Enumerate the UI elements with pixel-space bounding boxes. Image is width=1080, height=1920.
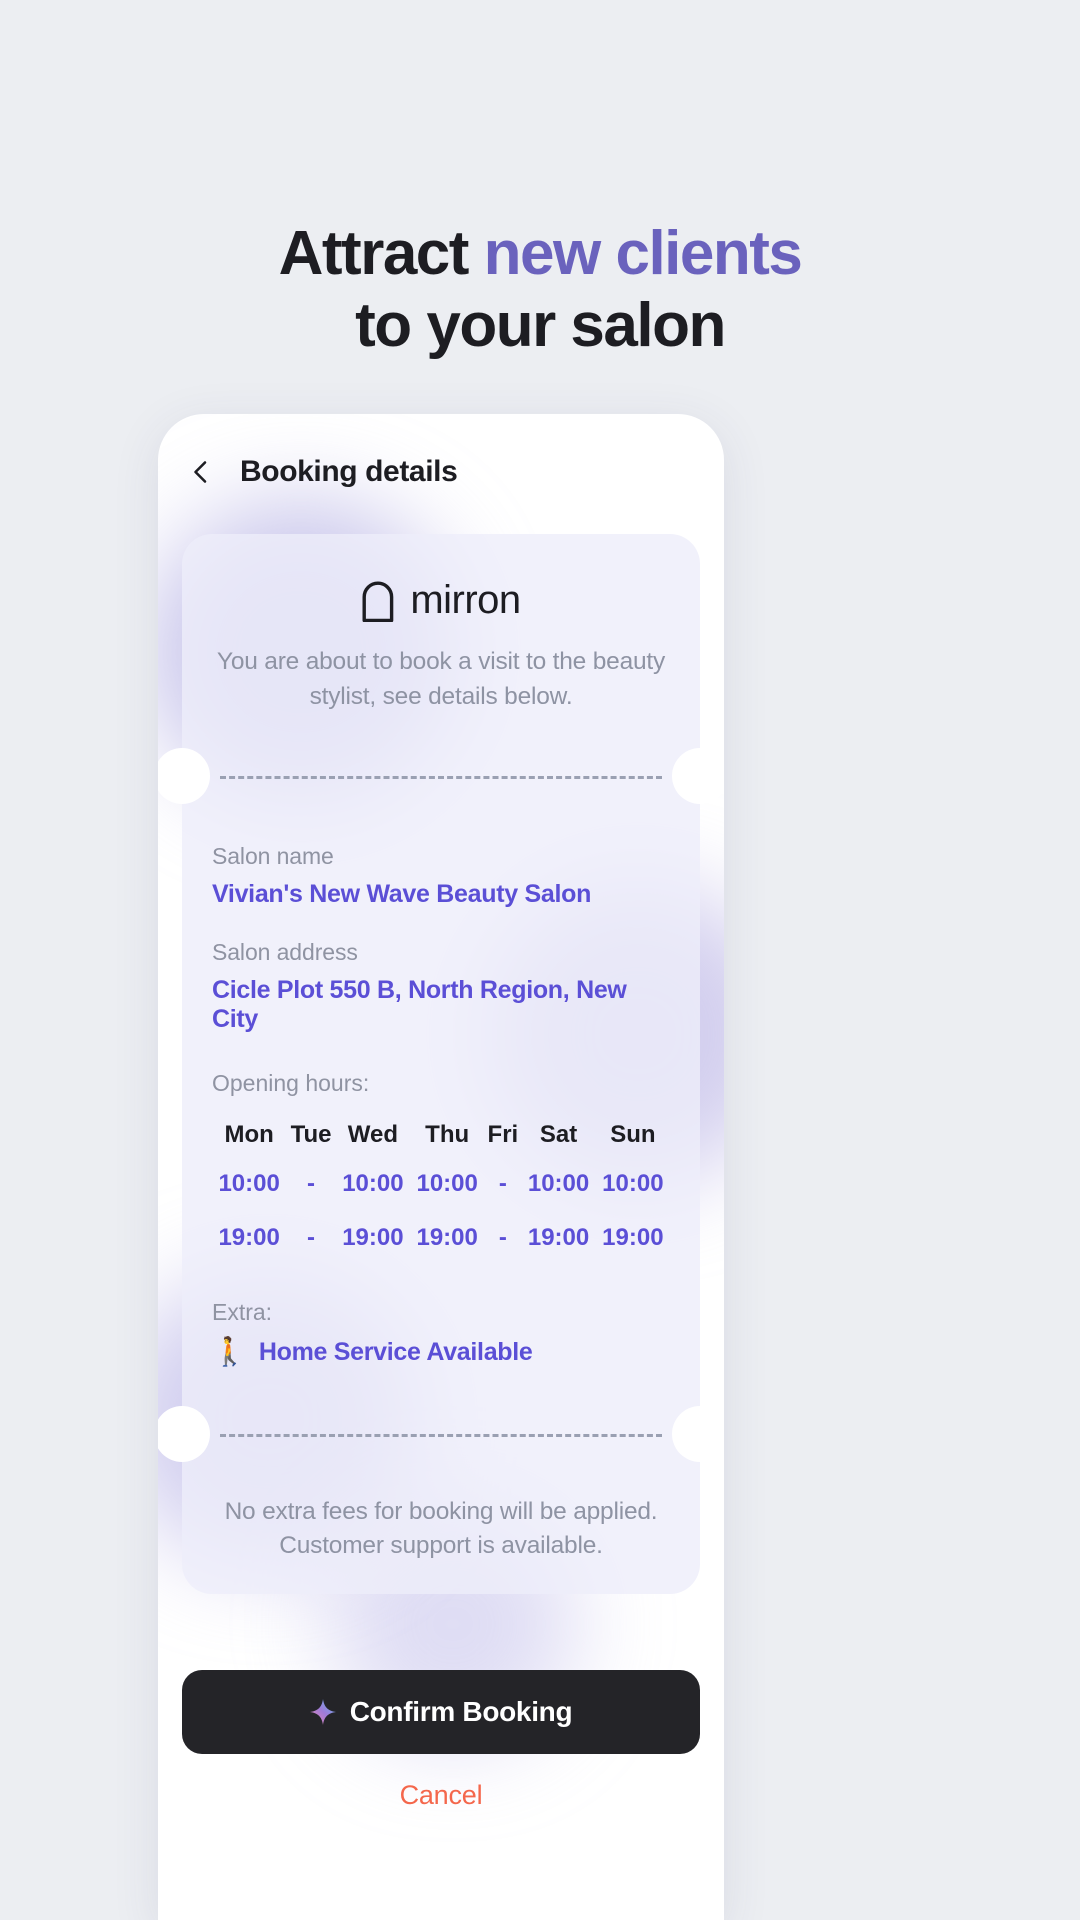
chevron-left-icon xyxy=(188,459,214,485)
ticket-footer: No extra fees for booking will be applie… xyxy=(182,1460,700,1595)
back-button[interactable] xyxy=(184,455,218,489)
open-time: 10:00 xyxy=(342,1169,404,1197)
phone-mockup: Booking details mirron You are about to … xyxy=(158,414,724,1920)
day-header: Tue xyxy=(290,1120,332,1148)
field-label: Salon name xyxy=(212,842,334,869)
close-time: 19:00 xyxy=(602,1223,664,1251)
extra-row: 🚶 Home Service Available xyxy=(212,1338,670,1367)
open-time: 10:00 xyxy=(527,1169,590,1197)
page-title: Attract new clients to your salon xyxy=(0,218,1080,362)
ticket-lead-text: You are about to book a visit to the bea… xyxy=(216,648,666,710)
extra-label: Extra: xyxy=(212,1298,273,1325)
page-root: Attract new clients to your salon Bookin… xyxy=(0,0,1080,1920)
field-salon-address: Salon address Cicle Plot 550 B, North Re… xyxy=(212,939,670,1034)
ticket-perforation xyxy=(182,1406,700,1461)
day-header: Sat xyxy=(539,1120,578,1148)
day-header: Wed xyxy=(347,1120,398,1148)
brand-logo: mirron xyxy=(212,578,670,623)
headline-line-2: to your salon xyxy=(355,290,726,360)
close-time: - xyxy=(307,1223,316,1251)
day-header: Thu xyxy=(425,1120,470,1148)
close-time: 19:00 xyxy=(527,1223,590,1251)
close-time: 19:00 xyxy=(218,1223,280,1251)
cancel-button[interactable]: Cancel xyxy=(182,1780,700,1811)
ticket-perforation xyxy=(182,748,700,803)
day-header: Mon xyxy=(224,1120,274,1148)
extra-value: Home Service Available xyxy=(258,1337,533,1366)
opening-hours-table: Mon Tue Wed Thu Fri Sat Sun 10:00 - 10:0… xyxy=(212,1113,670,1265)
headline-accent: new clients xyxy=(483,219,803,288)
close-time: 19:00 xyxy=(416,1223,478,1251)
ticket-footer-text: No extra fees for booking will be applie… xyxy=(224,1497,658,1560)
table-row: 19:00 - 19:00 19:00 - 19:00 19:00 xyxy=(212,1211,670,1265)
headline-plain: Attract xyxy=(278,219,484,288)
open-time: - xyxy=(307,1169,316,1197)
table-row: 10:00 - 10:00 10:00 - 10:00 10:00 xyxy=(212,1157,670,1211)
brand-name: mirron xyxy=(410,578,521,622)
field-value: Vivian's New Wave Beauty Salon xyxy=(212,879,592,908)
field-salon-name: Salon name Vivian's New Wave Beauty Salo… xyxy=(212,843,670,909)
day-header: Sun xyxy=(610,1120,656,1148)
opening-hours-label: Opening hours: xyxy=(212,1069,370,1096)
open-time: 10:00 xyxy=(218,1169,280,1197)
close-time: - xyxy=(498,1223,507,1251)
open-time: - xyxy=(498,1169,507,1197)
ticket-header: mirron You are about to book a visit to … xyxy=(182,534,700,749)
action-area: Confirm Booking Cancel xyxy=(182,1670,700,1811)
confirm-booking-button[interactable]: Confirm Booking xyxy=(182,1670,700,1754)
app-bar-title: Booking details xyxy=(240,455,458,488)
table-header-row: Mon Tue Wed Thu Fri Sat Sun xyxy=(212,1113,670,1157)
open-time: 10:00 xyxy=(602,1169,664,1197)
dashed-divider xyxy=(220,775,662,779)
sparkle-icon xyxy=(309,1699,336,1725)
dashed-divider xyxy=(220,1433,662,1437)
arch-logo-icon xyxy=(361,580,395,622)
confirm-booking-label: Confirm Booking xyxy=(349,1696,573,1727)
field-label: Salon address xyxy=(212,938,358,965)
ticket-details: Salon name Vivian's New Wave Beauty Salo… xyxy=(182,802,700,1407)
booking-ticket: mirron You are about to book a visit to … xyxy=(182,534,700,1595)
open-time: 10:00 xyxy=(416,1169,478,1197)
walking-person-icon: 🚶 xyxy=(212,1336,247,1368)
close-time: 19:00 xyxy=(342,1223,404,1251)
app-bar: Booking details xyxy=(158,414,724,530)
field-value: Cicle Plot 550 B, North Region, New City xyxy=(212,975,627,1033)
headline-line-1: Attract new clients xyxy=(278,219,803,288)
day-header: Fri xyxy=(487,1120,519,1148)
